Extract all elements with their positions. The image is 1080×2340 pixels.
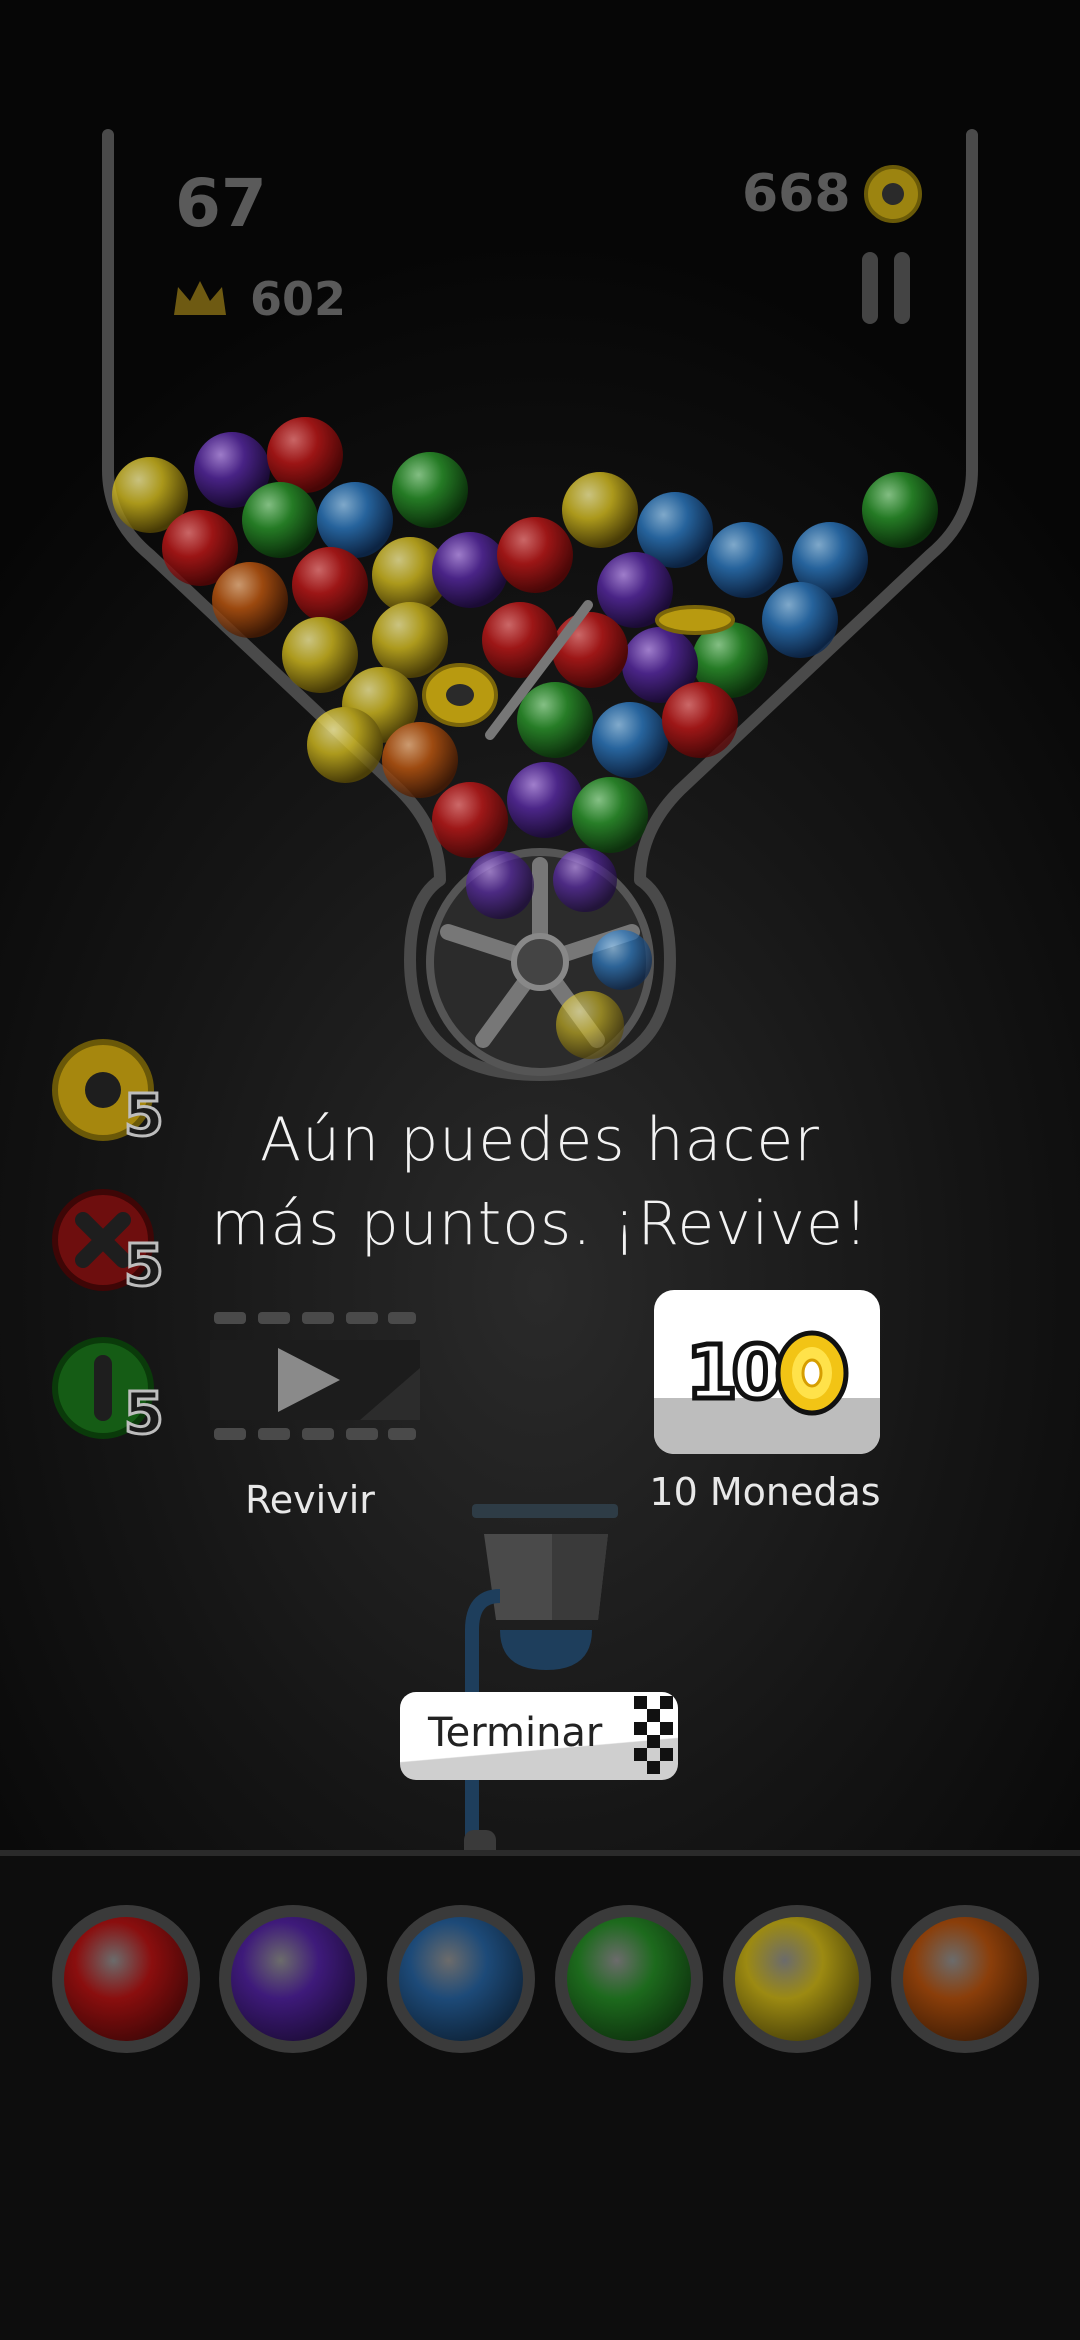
- revive-message-line2: más puntos. ¡Revive!: [211, 1189, 869, 1259]
- color-slot-yellow[interactable]: [723, 1905, 871, 2053]
- ball-blue: [707, 522, 783, 598]
- ball-red: [662, 682, 738, 758]
- ball-purple: [507, 762, 583, 838]
- coin-cost-value: 10: [684, 1328, 786, 1419]
- powerup-pill[interactable]: 5: [48, 1333, 166, 1449]
- pause-icon: [862, 252, 878, 324]
- ball-red: [497, 517, 573, 593]
- ball-orange: [903, 1917, 1027, 2041]
- revive-message-line1: Aún puedes hacer: [260, 1105, 820, 1175]
- ball-red: [292, 547, 368, 623]
- checkered-flag-icon: [634, 1696, 673, 1774]
- color-slot-purple[interactable]: [219, 1905, 367, 2053]
- best-score-value: 602: [250, 272, 347, 326]
- color-slot-blue[interactable]: [387, 1905, 535, 2053]
- ball-red: [432, 782, 508, 858]
- ball-green: [572, 777, 648, 853]
- color-slot-red[interactable]: [52, 1905, 200, 2053]
- powerup-count: 5: [122, 1378, 165, 1449]
- ball-yellow: [282, 617, 358, 693]
- ball-green: [242, 482, 318, 558]
- ball-green: [862, 472, 938, 548]
- ball-purple: [432, 532, 508, 608]
- ball-green: [517, 682, 593, 758]
- video-option-label: Revivir: [245, 1478, 375, 1522]
- color-slot-green[interactable]: [555, 1905, 703, 2053]
- coin-balance-value: 668: [742, 164, 851, 224]
- video-icon: [210, 1312, 420, 1440]
- ball-red: [552, 612, 628, 688]
- ball-orange: [382, 722, 458, 798]
- ball-yellow: [372, 602, 448, 678]
- ball-blue: [399, 1917, 523, 2041]
- end-button-label: Terminar: [428, 1710, 603, 1756]
- ball-purple: [231, 1917, 355, 2041]
- game-screen: 67 602 668 5 5 5 Aún puedes hacer más pu…: [0, 0, 1080, 2340]
- watch-video-revive-button[interactable]: [210, 1308, 420, 1444]
- ball-red: [64, 1917, 188, 2041]
- coin-icon: [863, 165, 922, 223]
- score-counter: 67: [175, 165, 267, 242]
- ball-yellow: [307, 707, 383, 783]
- ball-red: [267, 417, 343, 493]
- ball-blue: [592, 702, 668, 778]
- ball-green: [392, 452, 468, 528]
- end-game-button[interactable]: Terminar: [400, 1692, 678, 1780]
- ball-yellow: [735, 1917, 859, 2041]
- color-slot-orange[interactable]: [891, 1905, 1039, 2053]
- pause-button[interactable]: [858, 252, 914, 324]
- coin-option-label: 10 Monedas: [649, 1470, 881, 1514]
- best-score: 602: [172, 272, 346, 326]
- coin-balance: 668: [742, 164, 923, 224]
- crown-icon: [174, 281, 226, 315]
- ball-orange: [212, 562, 288, 638]
- coin-revive-button[interactable]: 10: [654, 1290, 880, 1454]
- ball-blue: [317, 482, 393, 558]
- ball-yellow: [562, 472, 638, 548]
- ball-green: [567, 1917, 691, 2041]
- coin-icon: [775, 1330, 849, 1416]
- revive-message: Aún puedes hacer más puntos. ¡Revive!: [0, 1098, 1080, 1266]
- ball-blue: [762, 582, 838, 658]
